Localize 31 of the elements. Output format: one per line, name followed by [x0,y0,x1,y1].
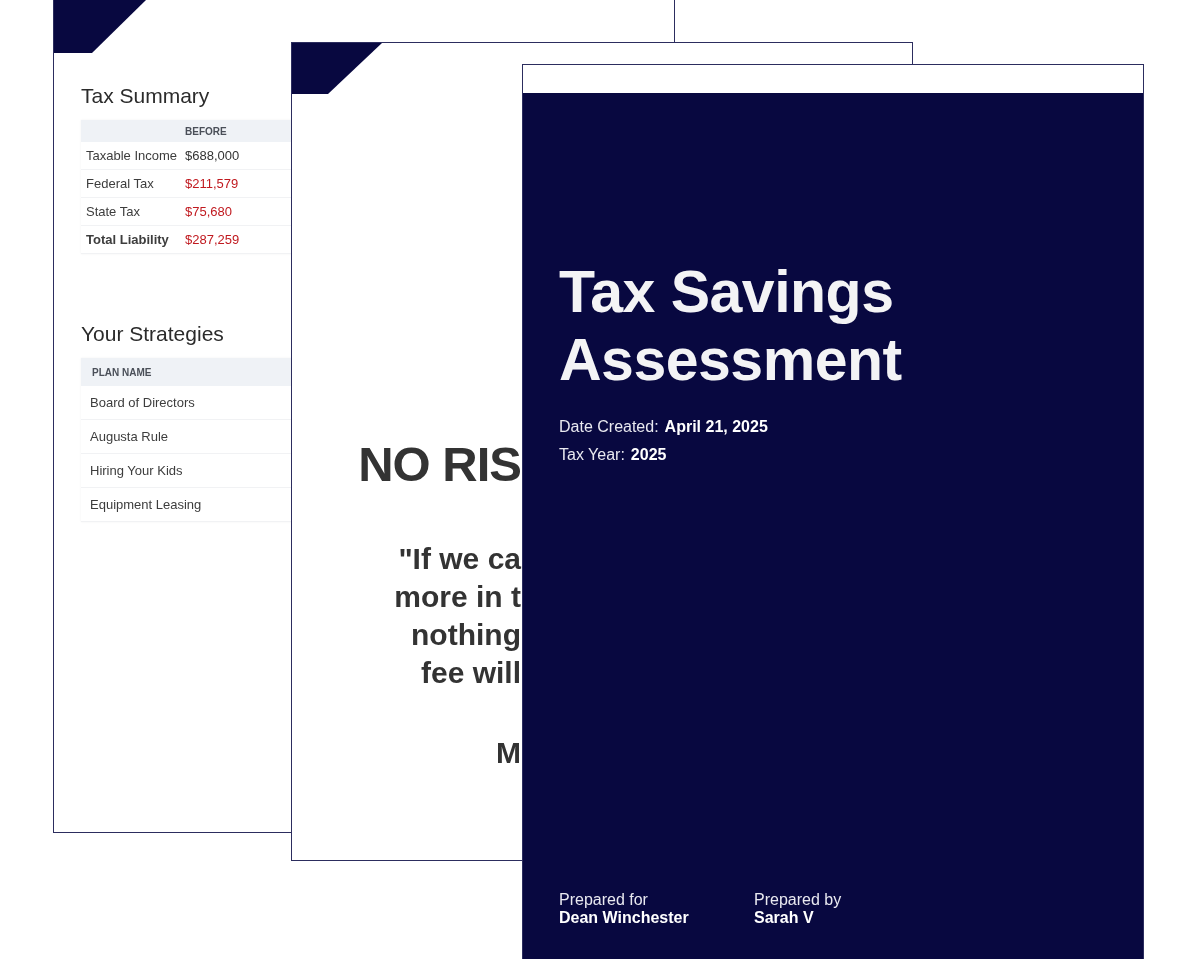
amount: $287,259 [185,232,240,247]
section-title: Tax Summary [81,84,211,108]
column-header: BEFORE [184,125,227,137]
heading: NO RIS [357,436,521,492]
plan-name: Augusta Rule [89,429,169,444]
cover-title: Tax Savings Assessment [559,258,903,394]
plan-name: Equipment Leasing [89,497,202,512]
meta-label: Tax Year: [559,446,625,464]
section-title: Your Strategies [81,322,225,346]
signature: M [495,735,521,771]
row-label: Total Liability [85,232,170,247]
amount: $211,579 [185,176,239,191]
quote-line: more in t [393,579,521,615]
meta-label: Date Created: [559,418,659,436]
prepared-label: Prepared for [559,891,649,909]
plan-name: Hiring Your Kids [89,463,183,478]
meta-value: 2025 [630,446,667,464]
row-label: Taxable Income [85,148,179,163]
plan-name: Board of Directors [89,395,195,410]
quote-line: "If we ca [397,541,521,577]
amount: $75,680 [185,204,232,219]
amount: $688,000 [185,148,240,163]
prepared-name: Sarah V [754,909,815,927]
column-header: PLAN NAME [91,366,152,378]
row-label: Federal Tax [85,176,155,191]
meta-value: April 21, 2025 [664,418,768,436]
prepared-name: Dean Winchester [559,909,690,927]
quote-line: nothing [410,617,521,653]
prepared-label: Prepared by [754,891,843,909]
quote-line: fee will [419,655,521,691]
row-label: State Tax [85,204,141,219]
